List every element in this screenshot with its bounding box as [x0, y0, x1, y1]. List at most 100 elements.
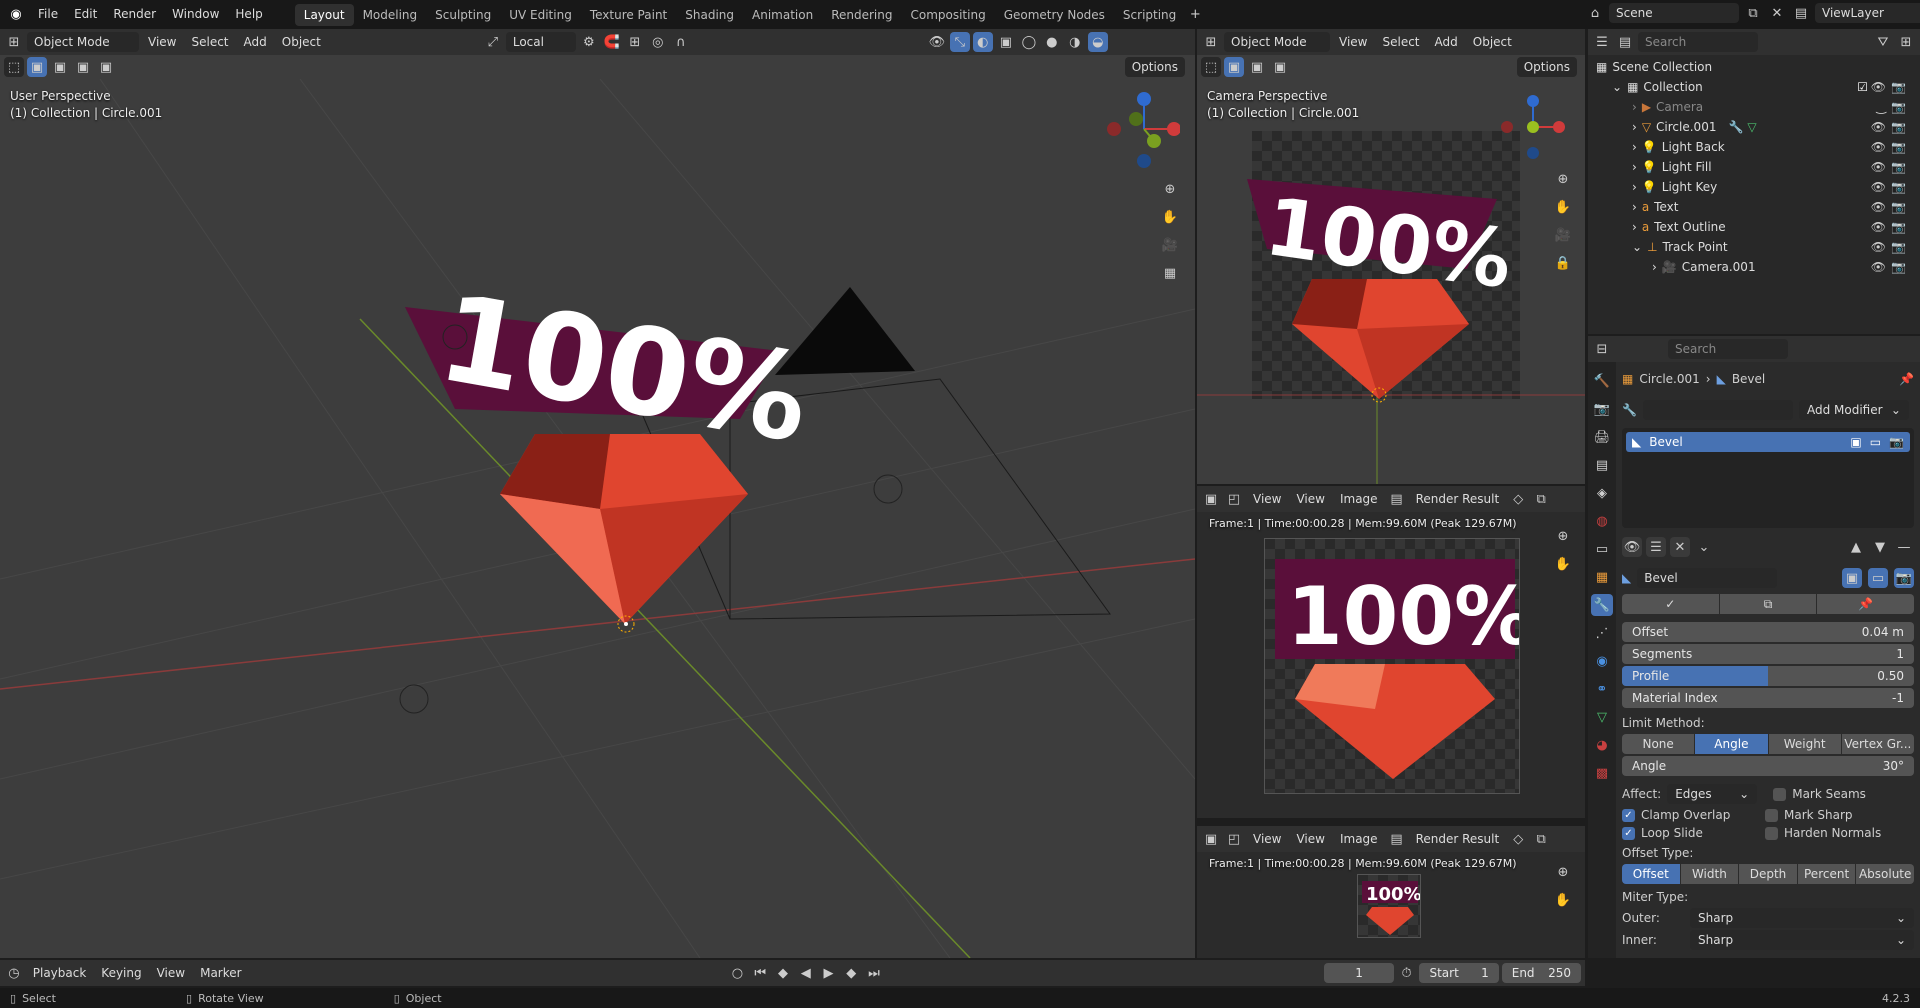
- profile-slider[interactable]: Profile 0.50: [1622, 666, 1914, 686]
- mesh-data-icon[interactable]: ▽: [1747, 120, 1756, 134]
- tab-geometry-nodes[interactable]: Geometry Nodes: [995, 4, 1114, 26]
- new-scene-icon[interactable]: ⧉: [1743, 3, 1763, 23]
- output-tab-icon[interactable]: 🖨: [1591, 426, 1613, 448]
- expand-icon[interactable]: ›: [1652, 260, 1657, 274]
- scene-tab-icon[interactable]: ◈: [1591, 482, 1613, 504]
- eye-icon[interactable]: 👁: [1871, 220, 1886, 234]
- blender-logo-icon[interactable]: ◉: [6, 5, 26, 25]
- tab-shading[interactable]: Shading: [676, 4, 743, 26]
- image-editor-2-fake-user-icon[interactable]: ◇: [1508, 829, 1528, 849]
- camera-menu-add[interactable]: Add: [1429, 32, 1464, 52]
- limit-none[interactable]: None: [1622, 734, 1695, 754]
- image-editor-2-menu-view[interactable]: View: [1290, 829, 1330, 849]
- add-workspace-icon[interactable]: +: [1185, 5, 1205, 25]
- move-down-icon[interactable]: ▼: [1870, 537, 1890, 557]
- render-camera-icon[interactable]: 📷: [1891, 140, 1906, 154]
- image-editor-2-view-icon[interactable]: ◰: [1224, 829, 1244, 849]
- camera-view-icon[interactable]: 🎥: [1160, 235, 1180, 255]
- select-new-icon[interactable]: ▣: [27, 57, 47, 77]
- material-tab-icon[interactable]: ◕: [1591, 734, 1613, 756]
- view-layer-selector[interactable]: ViewLayer: [1815, 3, 1920, 23]
- scene-selector[interactable]: Scene: [1609, 3, 1739, 23]
- menu-window[interactable]: Window: [164, 0, 227, 29]
- eye-icon[interactable]: 👁: [1871, 140, 1886, 154]
- offset-type-width[interactable]: Width: [1680, 864, 1739, 884]
- visibility-icon[interactable]: 👁: [927, 32, 947, 52]
- next-keyframe-icon[interactable]: ◆: [841, 963, 861, 983]
- tab-rendering[interactable]: Rendering: [822, 4, 901, 26]
- image-editor-1-menu-view[interactable]: View: [1290, 489, 1330, 509]
- collection-checkbox[interactable]: ☑: [1857, 80, 1868, 94]
- render-result-2[interactable]: 100%: [1357, 874, 1421, 938]
- modifier-name-field[interactable]: Bevel: [1637, 568, 1778, 588]
- render-result-1[interactable]: 100%: [1264, 538, 1520, 794]
- offset-type-absolute[interactable]: Absolute: [1856, 864, 1914, 884]
- transform-orientation-icon[interactable]: ⤢: [483, 32, 503, 52]
- viewport-menu-select[interactable]: Select: [185, 32, 234, 52]
- transform-orientation-selector[interactable]: Local: [505, 32, 576, 52]
- select-intersect-icon[interactable]: ▣: [96, 57, 116, 77]
- camera-select-new-icon[interactable]: ▣: [1224, 57, 1244, 77]
- list-icon[interactable]: ☰: [1646, 537, 1666, 557]
- particles-tab-icon[interactable]: ⋰: [1591, 622, 1613, 644]
- outliner-row-light-back[interactable]: › 💡 Light Back 👁 📷: [1588, 137, 1912, 157]
- image-editor-2-type-icon[interactable]: ▣: [1201, 829, 1221, 849]
- scene-icon[interactable]: ⌂: [1585, 3, 1605, 23]
- pin-icon[interactable]: 📌: [1899, 372, 1914, 386]
- render-camera-icon[interactable]: 📷: [1891, 180, 1906, 194]
- modifier-wrench-icon[interactable]: 🔧: [1728, 120, 1743, 134]
- eye-icon[interactable]: 👁: [1871, 260, 1886, 274]
- harden-normals-checkbox[interactable]: Harden Normals: [1765, 826, 1881, 840]
- prev-keyframe-icon[interactable]: ◆: [773, 963, 793, 983]
- camera-lock-icon[interactable]: 🔒: [1553, 253, 1573, 273]
- add-modifier-button[interactable]: Add Modifier ⌄: [1798, 400, 1909, 420]
- eye-closed-icon[interactable]: ‿: [1876, 100, 1886, 114]
- timeline-editor-icon[interactable]: ◷: [4, 963, 24, 983]
- offset-type-offset[interactable]: Offset: [1622, 864, 1680, 884]
- tab-layout[interactable]: Layout: [294, 3, 354, 26]
- current-frame-field[interactable]: 1: [1324, 963, 1394, 983]
- view-layer-icon[interactable]: ▤: [1791, 3, 1811, 23]
- camera-select-extend-icon[interactable]: ▣: [1247, 57, 1267, 77]
- limit-vertex-group[interactable]: Vertex Gr...: [1841, 734, 1914, 754]
- image-editor-1-image-name[interactable]: Render Result: [1410, 489, 1506, 509]
- move-up-icon[interactable]: ▲: [1846, 537, 1866, 557]
- properties-search-input[interactable]: Search: [1668, 339, 1788, 359]
- camera-camera-view-icon[interactable]: 🎥: [1553, 225, 1573, 245]
- camera-options-button[interactable]: Options: [1516, 57, 1577, 77]
- outer-dropdown[interactable]: Sharp ⌄: [1690, 908, 1914, 928]
- tab-animation[interactable]: Animation: [743, 4, 822, 26]
- image-editor-1-fake-user-icon[interactable]: ◇: [1508, 489, 1528, 509]
- timeline-menu-view[interactable]: View: [151, 963, 191, 983]
- render-camera-icon[interactable]: 📷: [1891, 120, 1906, 134]
- expand-icon[interactable]: ›: [1632, 140, 1637, 154]
- play-reverse-icon[interactable]: ◀: [796, 963, 816, 983]
- modifier-filter-input[interactable]: [1642, 400, 1793, 420]
- collapse-icon[interactable]: ⌄: [1632, 240, 1642, 254]
- start-frame-field[interactable]: Start 1: [1419, 963, 1499, 983]
- image-editor-2-image-name[interactable]: Render Result: [1410, 829, 1506, 849]
- editor-type-icon[interactable]: ⊞: [4, 32, 24, 52]
- timeline-menu-playback[interactable]: Playback: [27, 963, 93, 983]
- outliner-row-text-outline[interactable]: › a Text Outline 👁 📷: [1588, 217, 1912, 237]
- viewport-menu-view[interactable]: View: [142, 32, 182, 52]
- jump-start-icon[interactable]: ⏮: [750, 963, 770, 983]
- pivot-icon[interactable]: ⚙: [579, 32, 599, 52]
- timeline-menu-marker[interactable]: Marker: [194, 963, 247, 983]
- snap-target-icon[interactable]: ⊞: [625, 32, 645, 52]
- world-tab-icon[interactable]: ◍: [1591, 510, 1613, 532]
- render-camera-icon[interactable]: 📷: [1891, 200, 1906, 214]
- select-extend-icon[interactable]: ▣: [50, 57, 70, 77]
- remove-all-icon[interactable]: ✕: [1670, 537, 1690, 557]
- inner-dropdown[interactable]: Sharp ⌄: [1690, 930, 1914, 950]
- modifier-tab-icon[interactable]: 🔧: [1591, 594, 1613, 616]
- collection-tab-icon[interactable]: ▭: [1591, 538, 1613, 560]
- data-tab-icon[interactable]: ▽: [1591, 706, 1613, 728]
- camera-menu-object[interactable]: Object: [1467, 32, 1518, 52]
- camera-viewport-canvas[interactable]: 100% Camera Perspective (1) Collection |…: [1197, 79, 1585, 484]
- mode-selector[interactable]: Object Mode: [27, 32, 139, 52]
- image-editor-2-new-icon[interactable]: ⧉: [1531, 829, 1551, 849]
- outliner-search-input[interactable]: Search: [1638, 32, 1758, 52]
- panel-viewport-icon[interactable]: ▭: [1868, 568, 1888, 588]
- limit-angle[interactable]: Angle: [1695, 734, 1768, 754]
